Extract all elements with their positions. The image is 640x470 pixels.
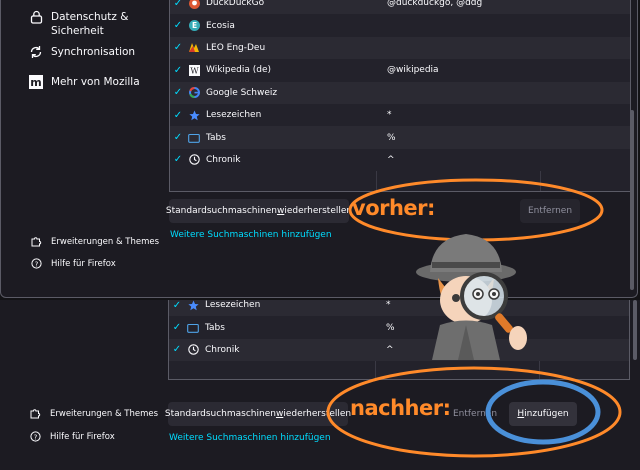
engine-name: Google Schweiz	[206, 87, 278, 98]
table-row[interactable]: ✓ Google Schweiz	[170, 81, 630, 104]
leo-icon	[188, 42, 200, 54]
engine-keyword[interactable]: @duckduckgo, @ddg	[387, 0, 630, 8]
preferences-panel-before: Datenschutz & Sicherheit Synchronisation…	[0, 0, 638, 298]
wikipedia-icon: W	[188, 64, 200, 76]
sidebar-item-help[interactable]: ? Hilfe für Firefox	[30, 431, 115, 443]
engine-keyword[interactable]: *	[387, 110, 630, 120]
engine-name: LEO Eng-Deu	[206, 42, 266, 53]
checkmark-icon[interactable]: ✓	[170, 132, 186, 143]
ecosia-icon: E	[188, 20, 200, 32]
sidebar-item-sync[interactable]: Synchronisation	[29, 45, 135, 59]
google-icon	[188, 87, 200, 99]
svg-text:W: W	[190, 66, 199, 75]
sidebar-item-label: Mehr von Mozilla	[51, 76, 140, 88]
clock-icon	[188, 154, 200, 166]
engine-name: Lesezeichen	[205, 300, 261, 311]
help-icon: ?	[31, 258, 42, 269]
engine-name: Tabs	[206, 132, 226, 143]
engine-name: Lesezeichen	[206, 110, 262, 121]
clock-icon	[187, 344, 199, 356]
engine-keyword[interactable]: %	[387, 133, 630, 143]
engine-keyword[interactable]: ^	[386, 345, 629, 355]
engine-name: Chronik	[205, 344, 240, 355]
sidebar-item-label: Synchronisation	[51, 46, 136, 58]
checkmark-icon[interactable]: ✓	[170, 20, 186, 31]
table-row[interactable]: ✓ Lesezeichen *	[169, 300, 629, 317]
mozilla-icon: m	[29, 75, 43, 89]
checkmark-icon[interactable]: ✓	[169, 344, 185, 355]
sidebar-item-label: Erweiterungen & Themes	[50, 409, 159, 419]
sidebar-item-privacy[interactable]: Datenschutz & Sicherheit	[29, 10, 141, 38]
restore-default-engines-button[interactable]: Standardsuchmaschinen w iederherstellen	[166, 199, 352, 223]
table-row[interactable]: ✓ Tabs%	[170, 126, 630, 149]
checkmark-icon[interactable]: ✓	[170, 154, 186, 165]
svg-text:?: ?	[35, 260, 39, 268]
checkmark-icon[interactable]: ✓	[170, 110, 186, 121]
checkmark-icon[interactable]: ✓	[170, 65, 186, 76]
table-row[interactable]: ✓ DuckDuckGo @duckduckgo, @ddg	[170, 0, 630, 15]
table-row[interactable]: ✓ Chronik ^	[170, 148, 630, 172]
checkmark-icon[interactable]: ✓	[170, 0, 186, 9]
checkmark-icon[interactable]: ✓	[169, 300, 185, 311]
svg-text:m: m	[30, 76, 41, 89]
preferences-panel-after: Erweiterungen & Themes ? Hilfe für Firef…	[0, 300, 640, 470]
table-row[interactable]: ✓ Lesezeichen *	[170, 103, 630, 127]
engine-keyword[interactable]: ^	[387, 155, 630, 165]
puzzle-icon	[31, 236, 42, 247]
checkmark-icon[interactable]: ✓	[170, 42, 186, 53]
more-search-engines-link[interactable]: Weitere Suchmaschinen hinzufügen	[169, 433, 331, 443]
remove-engine-button[interactable]: Entfernen	[520, 199, 580, 223]
more-search-engines-link[interactable]: Weitere Suchmaschinen hinzufügen	[170, 230, 332, 240]
table-row[interactable]: ✓ Tabs%	[169, 316, 629, 339]
restore-default-engines-button[interactable]: Standardsuchmaschinen w iederherstellen	[165, 402, 351, 426]
engine-name: Chronik	[206, 154, 241, 165]
star-icon	[188, 109, 200, 121]
help-icon: ?	[30, 431, 41, 442]
search-engine-table: ✓ DuckDuckGo @duckduckgo, @ddg ✓ E Ecosia ✓ LEO…	[169, 0, 631, 192]
table-row[interactable]: ✓ W Wikipedia (de) @wikipedia	[170, 59, 630, 82]
scrollbar[interactable]	[633, 300, 637, 360]
add-engine-button[interactable]: Hinzufügen	[509, 402, 577, 426]
engine-name: Ecosia	[206, 20, 235, 31]
search-engine-table: ✓ Lesezeichen * ✓ Tabs% ✓ Chronik ^	[168, 300, 630, 380]
scrollbar[interactable]	[630, 110, 634, 290]
engine-name: Tabs	[205, 322, 225, 333]
duckduckgo-icon	[188, 0, 200, 9]
annotation-label-before: vorher:	[352, 196, 435, 220]
svg-text:?: ?	[34, 433, 38, 441]
checkmark-icon[interactable]: ✓	[170, 87, 186, 98]
table-row[interactable]: ✓ E Ecosia	[170, 14, 630, 37]
sidebar-item-label: Erweiterungen & Themes	[51, 237, 160, 247]
engine-keyword[interactable]: @wikipedia	[387, 65, 630, 75]
sidebar-item-addons[interactable]: Erweiterungen & Themes	[30, 408, 158, 420]
tab-icon	[187, 322, 199, 334]
sidebar-item-addons[interactable]: Erweiterungen & Themes	[31, 236, 159, 248]
tab-icon	[188, 132, 200, 144]
table-row[interactable]: ✓ LEO Eng-Deu	[170, 36, 630, 60]
annotation-label-after: nachher:	[350, 396, 451, 420]
sidebar-item-label: Hilfe für Firefox	[50, 432, 115, 442]
sidebar-item-label: Datenschutz & Sicherheit	[51, 11, 129, 37]
star-icon	[187, 300, 199, 311]
checkmark-icon[interactable]: ✓	[169, 322, 185, 333]
sidebar-item-mozilla[interactable]: m Mehr von Mozilla	[29, 75, 140, 89]
puzzle-icon	[30, 408, 41, 419]
table-row[interactable]: ✓ Chronik ^	[169, 338, 629, 362]
remove-engine-button[interactable]: Entfernen	[450, 402, 500, 426]
sync-icon	[29, 45, 43, 59]
svg-text:E: E	[191, 21, 196, 30]
engine-name: Wikipedia (de)	[206, 65, 272, 76]
lock-icon	[29, 10, 43, 24]
sidebar-item-label: Hilfe für Firefox	[51, 259, 116, 269]
engine-keyword[interactable]: *	[386, 300, 629, 310]
engine-name: DuckDuckGo	[206, 0, 265, 9]
sidebar-item-help[interactable]: ? Hilfe für Firefox	[31, 258, 116, 270]
engine-keyword[interactable]: %	[386, 323, 629, 333]
